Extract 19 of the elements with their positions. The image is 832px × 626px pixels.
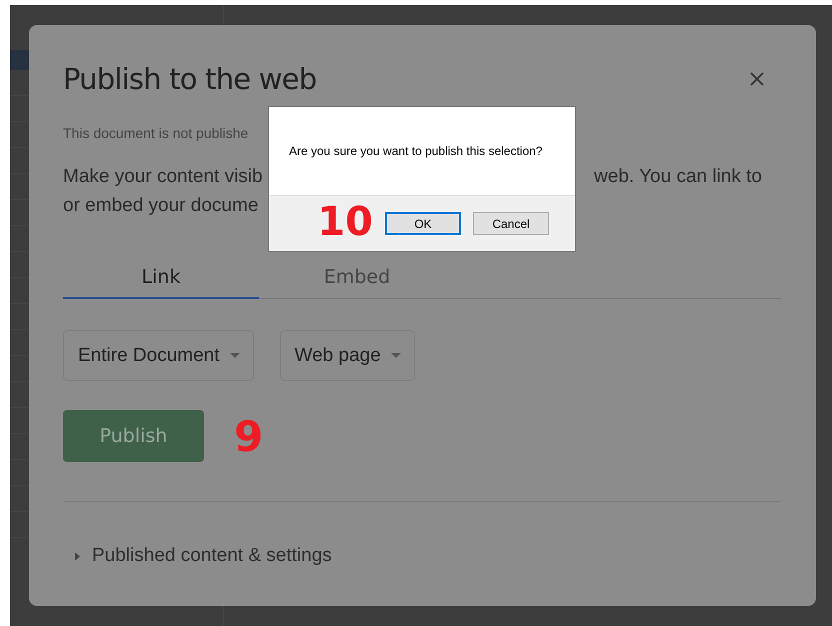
dialog-button[interactable]: OK <box>385 212 461 235</box>
dialog-title: Publish to the web <box>63 62 316 96</box>
tab[interactable]: Embed <box>259 266 455 299</box>
caret-icon <box>390 353 401 358</box>
dropdown[interactable]: Web page <box>280 330 415 381</box>
tab[interactable]: Link <box>63 266 259 299</box>
confirm-message: Are you sure you want to publish this selection? <box>288 143 544 160</box>
description-text: web. You can link to <box>594 166 762 189</box>
step-number: 9 <box>234 412 264 460</box>
caret-icon <box>230 353 240 358</box>
dialog-button[interactable]: Cancel <box>473 212 549 235</box>
status-text: This document is not publishe <box>63 125 250 141</box>
step-number: 10 <box>317 198 373 244</box>
description-text: Make your content visib <box>63 166 263 189</box>
dropdown[interactable]: Entire Document <box>63 330 254 381</box>
close-icon[interactable] <box>749 71 765 87</box>
description-text: or embed your docume <box>63 195 260 218</box>
caret-right-icon <box>75 552 80 560</box>
published-settings-toggle[interactable]: Published content & settings <box>75 545 332 567</box>
